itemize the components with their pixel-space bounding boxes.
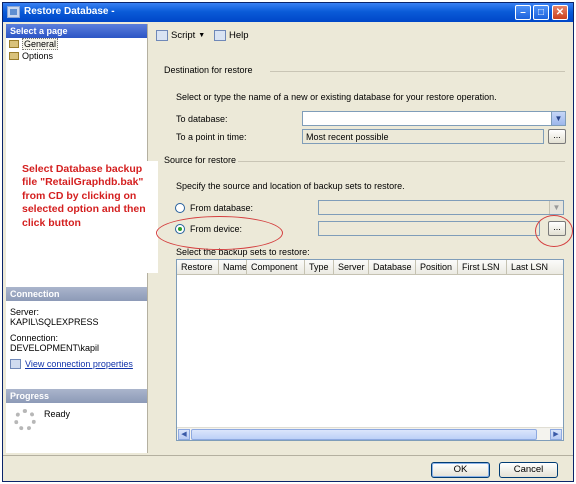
point-in-time-browse-button[interactable]: ...	[548, 129, 566, 144]
minimize-button[interactable]: –	[515, 5, 531, 20]
page-general[interactable]: General	[6, 38, 147, 50]
backup-sets-grid[interactable]: Restore Name Component Type Server Datab…	[176, 259, 564, 441]
page-options[interactable]: Options	[6, 50, 147, 62]
to-database-label: To database:	[176, 114, 228, 124]
progress-header: Progress	[6, 389, 147, 403]
maximize-button[interactable]: □	[533, 5, 549, 20]
from-database-combobox[interactable]: ▼	[318, 200, 564, 215]
divider	[238, 161, 565, 162]
column-header[interactable]: Position	[416, 260, 458, 275]
from-database-label[interactable]: From database:	[190, 203, 253, 213]
window-title: Restore Database -	[24, 6, 115, 17]
destination-description: Select or type the name of a new or exis…	[176, 92, 497, 102]
page-icon	[9, 40, 19, 48]
connection-section: Connection Server: KAPIL\SQLEXPRESS Conn…	[6, 287, 147, 369]
toolbar: Script ▼ Help	[152, 25, 572, 49]
script-label: Script	[171, 30, 196, 41]
column-header[interactable]: Server	[334, 260, 369, 275]
column-header[interactable]: Component	[247, 260, 305, 275]
title-bar: Restore Database - – □ ✕	[3, 3, 573, 22]
general-page: Destination for restore Select or type t…	[152, 51, 572, 451]
column-header[interactable]: Type	[305, 260, 334, 275]
cancel-button[interactable]: Cancel	[499, 462, 558, 478]
source-description: Specify the source and location of backu…	[176, 181, 405, 191]
scroll-thumb[interactable]	[191, 429, 537, 440]
column-header[interactable]: Restore	[177, 260, 219, 275]
chevron-down-icon[interactable]: ▼	[551, 112, 565, 125]
annotation-note: Select Database backup file "RetailGraph…	[18, 161, 158, 273]
dialog-footer: OK Cancel	[3, 455, 573, 481]
view-connection-properties-link[interactable]: View connection properties	[25, 359, 133, 369]
ok-button[interactable]: OK	[431, 462, 490, 478]
progress-status: Ready	[44, 409, 71, 419]
connection-label: Connection:	[10, 333, 59, 343]
properties-icon	[10, 359, 21, 369]
from-database-radio[interactable]	[175, 203, 185, 213]
column-header[interactable]: Last LSN	[507, 260, 563, 275]
scroll-right-icon[interactable]: ▶	[550, 429, 562, 440]
script-icon	[156, 30, 168, 41]
chevron-down-icon[interactable]: ▼	[198, 32, 205, 39]
close-button[interactable]: ✕	[552, 5, 568, 20]
destination-header: Destination for restore	[164, 65, 253, 75]
page-options-label: Options	[22, 51, 54, 61]
help-button[interactable]: Help	[214, 30, 249, 41]
column-header[interactable]: First LSN	[458, 260, 507, 275]
source-header: Source for restore	[164, 155, 237, 165]
script-button[interactable]: Script ▼	[156, 30, 205, 41]
help-icon	[214, 30, 226, 41]
progress-section: Progress Ready	[6, 389, 147, 431]
from-device-field[interactable]	[318, 221, 540, 236]
scroll-left-icon[interactable]: ◀	[178, 429, 190, 440]
database-icon	[7, 6, 20, 18]
point-in-time-value: Most recent possible	[306, 132, 389, 142]
point-in-time-field: Most recent possible	[302, 129, 544, 144]
divider	[270, 71, 565, 72]
server-value: KAPIL\SQLEXPRESS	[10, 317, 99, 327]
column-header[interactable]: Database	[369, 260, 416, 275]
server-label: Server:	[10, 307, 40, 317]
help-label: Help	[229, 30, 249, 41]
progress-spinner-icon	[14, 409, 36, 431]
page-general-label: General	[22, 38, 59, 50]
restore-database-window: Restore Database - – □ ✕ Select a page G…	[2, 2, 574, 482]
select-page-header: Select a page	[6, 24, 147, 38]
column-header[interactable]: Name	[219, 260, 247, 275]
horizontal-scrollbar[interactable]: ◀ ▶	[177, 427, 563, 440]
connection-header: Connection	[6, 287, 147, 301]
to-database-combobox[interactable]: ▼	[302, 111, 566, 126]
point-in-time-label: To a point in time:	[176, 132, 247, 142]
grid-header: Restore Name Component Type Server Datab…	[177, 260, 563, 275]
highlight-oval-browse	[535, 215, 573, 247]
highlight-oval-from-device	[156, 216, 283, 250]
chevron-down-icon[interactable]: ▼	[549, 201, 563, 214]
page-icon	[9, 52, 19, 60]
connection-value: DEVELOPMENT\kapil	[10, 343, 100, 353]
